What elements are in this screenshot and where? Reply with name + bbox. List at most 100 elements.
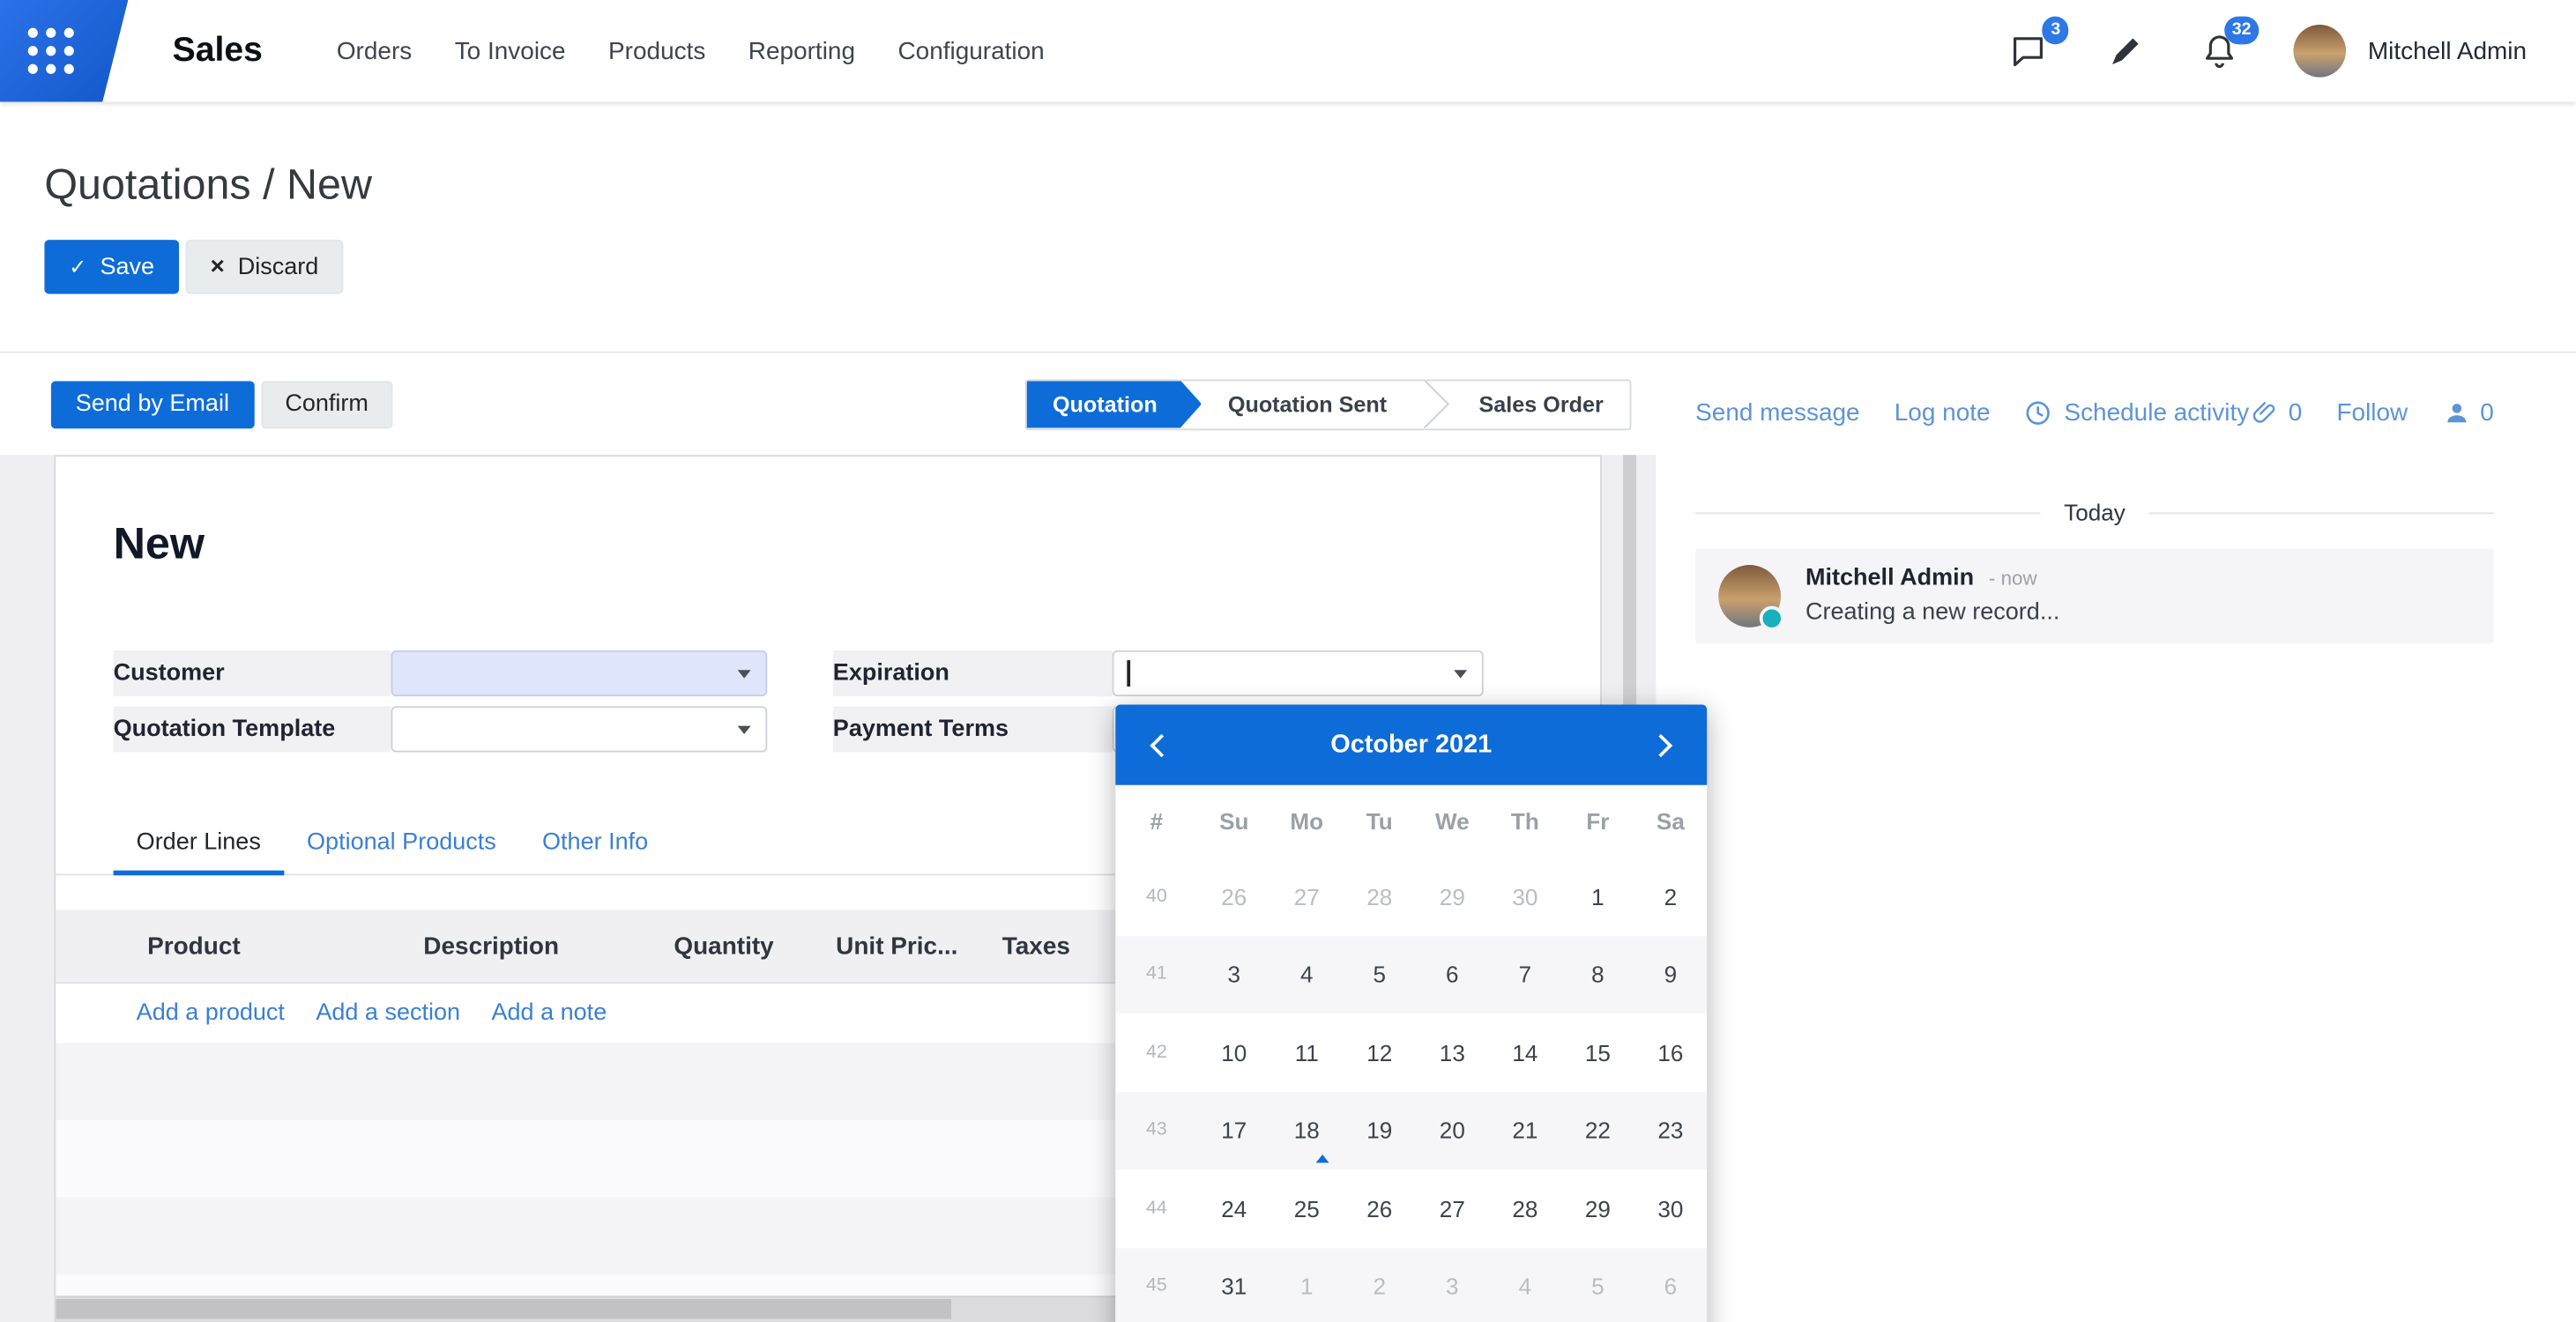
week-number: 40 — [1115, 887, 1197, 906]
schedule-activity-button[interactable]: Schedule activity — [2025, 399, 2249, 427]
message-author[interactable]: Mitchell Admin — [1805, 565, 1974, 591]
statusbar-step-quotation[interactable]: Quotation — [1026, 380, 1202, 427]
nav-menu-orders[interactable]: Orders — [316, 22, 434, 79]
calendar-day[interactable]: 17 — [1197, 1091, 1270, 1170]
tab-other-info[interactable]: Other Info — [519, 816, 671, 873]
calendar-day[interactable]: 26 — [1197, 858, 1270, 936]
calendar-day[interactable]: 7 — [1489, 935, 1562, 1014]
calendar-week-row: 4531123456 — [1115, 1247, 1707, 1322]
calendar-week-row: 40262728293012 — [1115, 858, 1707, 936]
calendar-day[interactable]: 6 — [1416, 935, 1489, 1014]
chevron-left-icon — [1150, 733, 1173, 756]
next-month-button[interactable] — [1615, 704, 1707, 784]
navbar-right: 3 32 Mitchell Admin — [2008, 25, 2576, 78]
calendar-day[interactable]: 26 — [1344, 1170, 1417, 1248]
calendar-day[interactable]: 25 — [1270, 1170, 1344, 1248]
tab-optional-products[interactable]: Optional Products — [284, 816, 519, 873]
send-message-button[interactable]: Send message — [1695, 399, 1859, 427]
save-button[interactable]: ✓ Save — [44, 240, 179, 293]
calendar-day[interactable]: 1 — [1561, 858, 1634, 936]
calendar-day[interactable]: 14 — [1489, 1014, 1562, 1092]
nav-menu-configuration[interactable]: Configuration — [876, 22, 1066, 79]
expiration-field[interactable] — [1113, 650, 1484, 696]
datepicker-grid: 4026272829301241345678942101112131415164… — [1115, 858, 1707, 1322]
attachments-count: 0 — [2289, 399, 2303, 427]
log-note-button[interactable]: Log note — [1895, 399, 1991, 427]
column-header: Description — [331, 932, 651, 961]
messages-button[interactable]: 3 — [2008, 30, 2051, 72]
nav-menu-to-invoice[interactable]: To Invoice — [433, 22, 586, 79]
calendar-week-row: 413456789 — [1115, 935, 1707, 1014]
calendar-day[interactable]: 12 — [1344, 1014, 1417, 1092]
calendar-day[interactable]: 5 — [1561, 1247, 1634, 1322]
calendar-day[interactable]: 28 — [1344, 858, 1417, 936]
calendar-day[interactable]: 2 — [1344, 1247, 1417, 1322]
quotation-template-label: Quotation Template — [114, 706, 391, 752]
calendar-day[interactable]: 16 — [1634, 1014, 1708, 1092]
text-cursor — [1127, 660, 1129, 687]
calendar-day[interactable]: 6 — [1634, 1247, 1708, 1322]
datepicker-title[interactable]: October 2021 — [1208, 730, 1615, 760]
calendar-day[interactable]: 5 — [1344, 935, 1417, 1014]
followers-button[interactable]: 0 — [2442, 399, 2493, 427]
user-menu[interactable]: Mitchell Admin — [2294, 25, 2527, 78]
calendar-day[interactable]: 2 — [1634, 858, 1708, 936]
previous-month-button[interactable] — [1115, 704, 1207, 784]
calendar-day[interactable]: 19 — [1344, 1091, 1417, 1170]
chevron-down-icon — [738, 670, 751, 678]
nav-menu-reporting[interactable]: Reporting — [727, 22, 877, 79]
top-navbar: Sales OrdersTo InvoiceProductsReportingC… — [0, 0, 2576, 102]
calendar-day[interactable]: 30 — [1489, 858, 1562, 936]
calendar-day[interactable]: 15 — [1561, 1014, 1634, 1092]
breadcrumb-quotations-link[interactable]: Quotations — [44, 160, 250, 209]
statusbar-step-quotation-sent[interactable]: Quotation Sent — [1202, 380, 1413, 427]
calendar-day[interactable]: 3 — [1416, 1247, 1489, 1322]
calendar-day[interactable]: 4 — [1489, 1247, 1562, 1322]
calendar-day[interactable]: 29 — [1561, 1170, 1634, 1248]
record-action-buttons: ✓ Save × Discard — [44, 240, 2576, 293]
add-a-section-link[interactable]: Add a section — [316, 1000, 460, 1027]
column-header: Product — [56, 932, 331, 961]
calendar-day[interactable]: 3 — [1197, 935, 1270, 1014]
calendar-day[interactable]: 13 — [1416, 1014, 1489, 1092]
dow-label: Fr — [1561, 808, 1634, 835]
calendar-day[interactable]: 24 — [1197, 1170, 1270, 1248]
nav-menu-products[interactable]: Products — [587, 22, 727, 79]
attachments-button[interactable]: 0 — [2251, 399, 2302, 427]
calendar-day[interactable]: 28 — [1489, 1170, 1562, 1248]
dow-label: # — [1115, 808, 1197, 835]
send-by-email-button[interactable]: Send by Email — [51, 380, 254, 427]
discard-button[interactable]: × Discard — [186, 240, 344, 293]
calendar-day[interactable]: 21 — [1489, 1091, 1562, 1170]
customer-field[interactable] — [391, 650, 768, 696]
calendar-day[interactable]: 11 — [1270, 1014, 1344, 1092]
calendar-day[interactable]: 27 — [1416, 1170, 1489, 1248]
message-avatar[interactable] — [1718, 565, 1781, 628]
calendar-day[interactable]: 20 — [1416, 1091, 1489, 1170]
calendar-day[interactable]: 27 — [1270, 858, 1344, 936]
statusbar-step-sales-order[interactable]: Sales Order — [1453, 380, 1630, 427]
add-a-product-link[interactable]: Add a product — [137, 1000, 285, 1027]
apps-menu-button[interactable] — [0, 0, 128, 102]
calendar-day[interactable]: 1 — [1270, 1247, 1344, 1322]
calendar-day[interactable]: 30 — [1634, 1170, 1708, 1248]
add-a-note-link[interactable]: Add a note — [492, 1000, 607, 1027]
calendar-day[interactable]: 9 — [1634, 935, 1708, 1014]
calendar-day[interactable]: 22 — [1561, 1091, 1634, 1170]
activities-button[interactable] — [2103, 30, 2146, 72]
quotation-template-field[interactable] — [391, 706, 768, 752]
calendar-day[interactable]: 31 — [1197, 1247, 1270, 1322]
tab-order-lines[interactable]: Order Lines — [114, 816, 284, 875]
calendar-day[interactable]: 10 — [1197, 1014, 1270, 1092]
notifications-button[interactable]: 32 — [2199, 30, 2241, 72]
confirm-button[interactable]: Confirm — [260, 380, 393, 427]
chevron-down-icon — [1454, 670, 1467, 678]
calendar-day[interactable]: 4 — [1270, 935, 1344, 1014]
calendar-day[interactable]: 29 — [1416, 858, 1489, 936]
calendar-day[interactable]: 8 — [1561, 935, 1634, 1014]
calendar-day[interactable]: 18 — [1270, 1091, 1344, 1170]
calendar-week-row: 4210111213141516 — [1115, 1014, 1707, 1092]
follow-button[interactable]: Follow — [2336, 399, 2408, 427]
calendar-day[interactable]: 23 — [1634, 1091, 1708, 1170]
day-of-week-header: #SuMoTuWeThFrSa — [1115, 785, 1707, 858]
